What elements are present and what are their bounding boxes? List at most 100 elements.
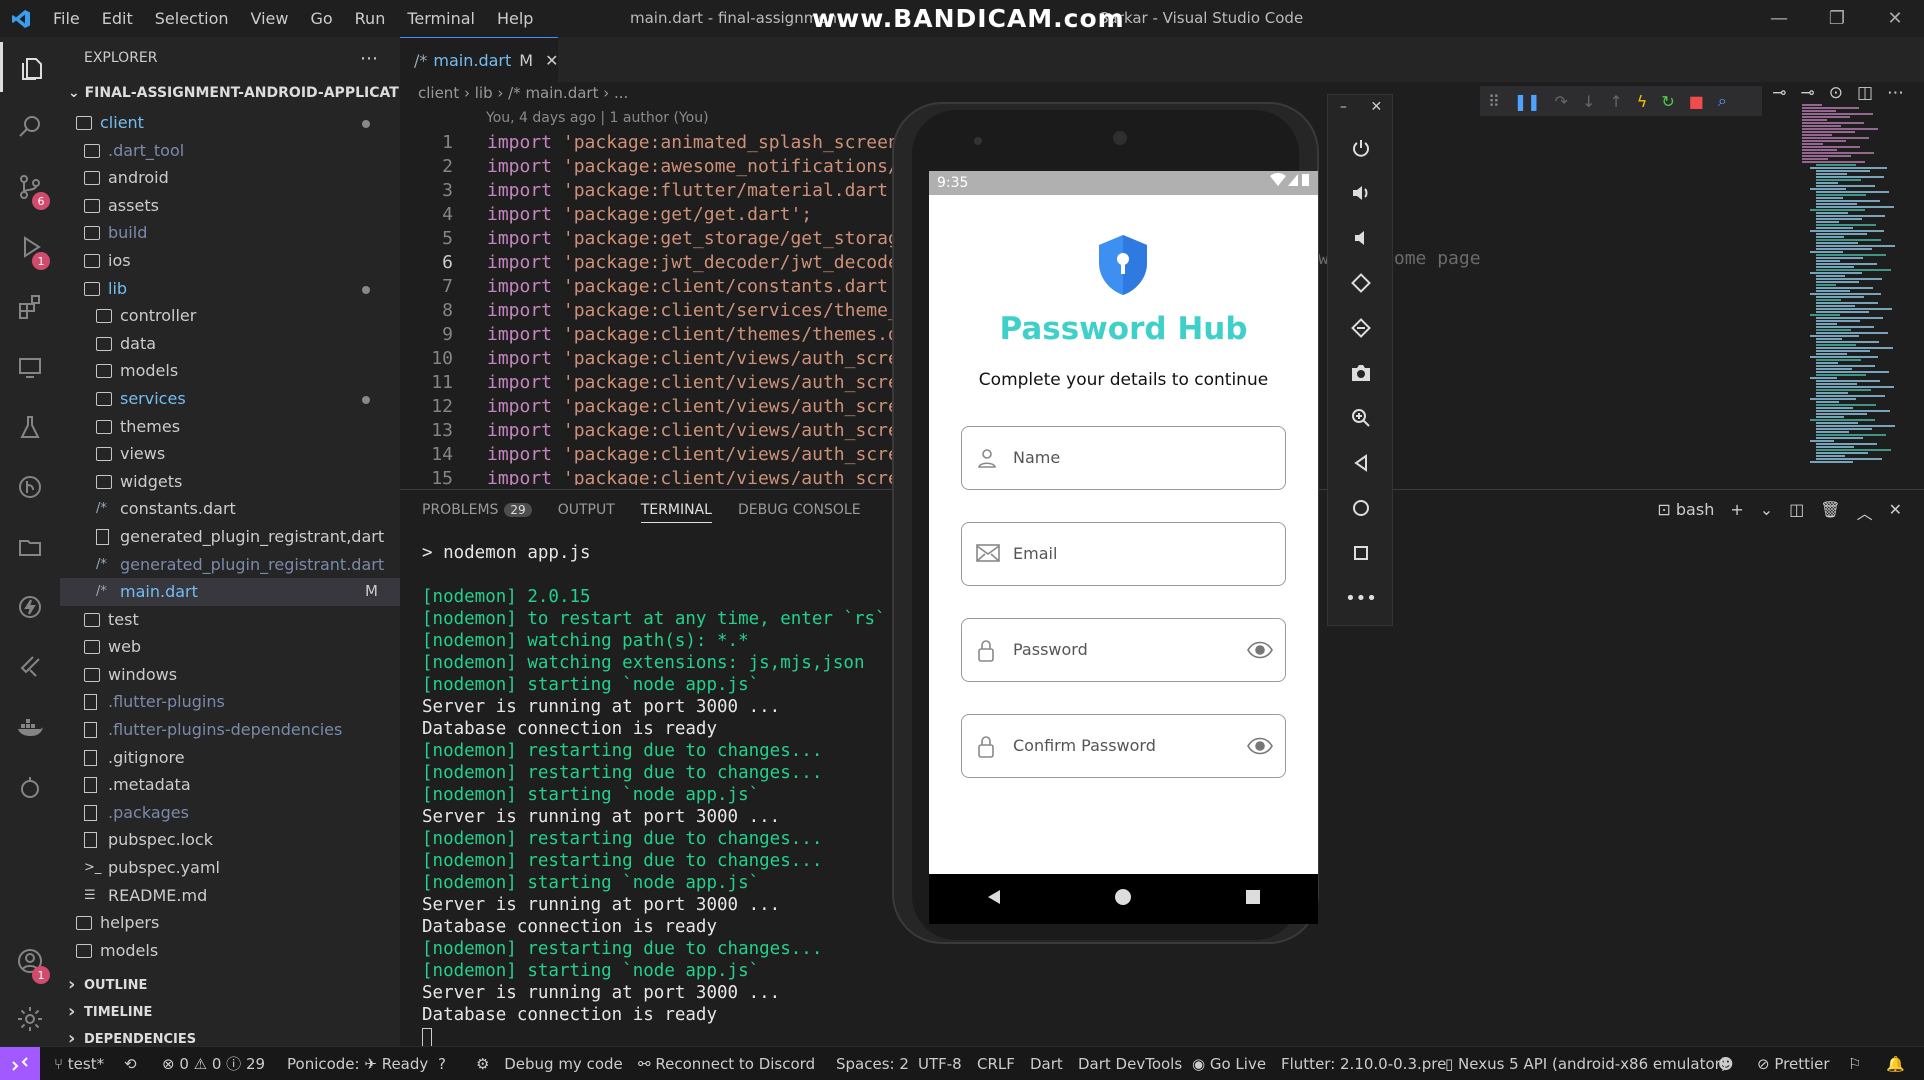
- minimap[interactable]: [1790, 104, 1910, 484]
- tree-item[interactable]: .metadata: [60, 771, 400, 799]
- debug-my-code-button[interactable]: ⚙ Debug my code: [476, 1047, 623, 1080]
- tree-item[interactable]: /* generated_plugin_registrant.dart: [60, 551, 400, 579]
- feedback-icon[interactable]: ⚐: [1848, 1047, 1861, 1080]
- password-field[interactable]: Password: [961, 618, 1286, 682]
- remote-indicator-icon[interactable]: [0, 1047, 40, 1080]
- tab-problems[interactable]: PROBLEMS 29: [422, 502, 532, 523]
- zoom-icon[interactable]: [1328, 403, 1394, 433]
- tree-item[interactable]: services: [60, 385, 400, 413]
- trash-icon[interactable]: 🗑: [1820, 500, 1840, 524]
- close-panel-icon[interactable]: ✕: [1889, 500, 1902, 524]
- accounts-icon[interactable]: 1: [0, 936, 60, 986]
- screenshot-camera-icon[interactable]: [1328, 358, 1394, 388]
- outline-section[interactable]: OUTLINE: [60, 971, 400, 999]
- tree-item[interactable]: assets: [60, 192, 400, 220]
- notifications-bell-icon[interactable]: 🔔: [1886, 1047, 1905, 1080]
- nav-recents-icon[interactable]: [1244, 888, 1262, 910]
- tree-item[interactable]: ☰ README.md: [60, 882, 400, 910]
- tree-item[interactable]: lib: [60, 275, 400, 303]
- remote-explorer-icon[interactable]: [0, 342, 60, 392]
- tree-item[interactable]: .dart_tool: [60, 137, 400, 165]
- tree-item[interactable]: test: [60, 606, 400, 634]
- show-confirm-password-eye-icon[interactable]: [1247, 737, 1273, 759]
- project-root[interactable]: ⌄ FINAL-ASSIGNMENT-ANDROID-APPLICATION..…: [60, 80, 400, 107]
- tree-item[interactable]: .flutter-plugins: [60, 688, 400, 716]
- tree-item[interactable]: helpers: [60, 909, 400, 937]
- close-window-icon[interactable]: ✕: [1866, 0, 1924, 37]
- discord-reconnect-button[interactable]: ⚯ Reconnect to Discord: [638, 1047, 815, 1080]
- tree-item[interactable]: pubspec.lock: [60, 826, 400, 854]
- menu-file[interactable]: File: [42, 0, 91, 37]
- tab-terminal[interactable]: TERMINAL: [640, 502, 712, 523]
- more-actions-icon[interactable]: ⋯: [360, 37, 378, 80]
- more-options-icon[interactable]: •••: [1328, 583, 1394, 613]
- git-graph-icon[interactable]: [0, 462, 60, 512]
- emulator-minimize-icon[interactable]: –: [1340, 99, 1347, 115]
- home-icon[interactable]: [1328, 493, 1394, 523]
- email-field[interactable]: Email: [961, 522, 1286, 586]
- tab-main-dart[interactable]: /* main.dart M ✕: [400, 37, 558, 82]
- tab-output[interactable]: OUTPUT: [558, 502, 615, 523]
- tree-item[interactable]: /* constants.dart: [60, 495, 400, 523]
- tree-item[interactable]: themes: [60, 413, 400, 441]
- step-out-icon[interactable]: ↑: [1609, 92, 1622, 111]
- indentation-indicator[interactable]: Spaces: 2: [836, 1047, 909, 1080]
- explorer-icon[interactable]: [0, 42, 60, 92]
- minimize-icon[interactable]: —: [1750, 0, 1808, 37]
- branch-indicator[interactable]: ⑂ test*: [54, 1047, 104, 1080]
- source-control-icon[interactable]: 6: [0, 162, 60, 212]
- drag-handle-icon[interactable]: ⠿: [1488, 92, 1500, 111]
- tree-item[interactable]: client: [60, 109, 400, 137]
- menu-view[interactable]: View: [240, 0, 300, 37]
- previous-change-icon[interactable]: ⊸: [1772, 83, 1786, 103]
- tree-item[interactable]: widgets: [60, 468, 400, 496]
- back-icon[interactable]: [1328, 448, 1394, 478]
- tree-item[interactable]: views: [60, 440, 400, 468]
- tree-item[interactable]: build: [60, 219, 400, 247]
- settings-gear-icon[interactable]: [0, 994, 60, 1044]
- tree-item[interactable]: models: [60, 937, 400, 965]
- testing-icon[interactable]: [0, 402, 60, 452]
- timeline-section[interactable]: TIMELINE: [60, 998, 400, 1026]
- extensions-icon[interactable]: [0, 282, 60, 332]
- language-mode-indicator[interactable]: Dart: [1030, 1047, 1063, 1080]
- ponicode-status[interactable]: Ponicode: ✈ Ready: [287, 1047, 428, 1080]
- tree-item[interactable]: .packages: [60, 799, 400, 827]
- tree-item[interactable]: ios: [60, 247, 400, 275]
- tree-item[interactable]: .gitignore: [60, 744, 400, 772]
- problems-indicator[interactable]: ⊗ 0 ⚠ 0 ⓘ 29: [162, 1047, 265, 1080]
- maximize-panel-icon[interactable]: ︿: [1857, 500, 1873, 524]
- step-into-icon[interactable]: ↓: [1582, 92, 1595, 111]
- flutter-icon[interactable]: [0, 642, 60, 692]
- close-tab-icon[interactable]: ✕: [545, 51, 558, 70]
- timeline-icon[interactable]: ⊙: [1829, 83, 1843, 103]
- tree-item[interactable]: .flutter-plugins-dependencies: [60, 716, 400, 744]
- encoding-indicator[interactable]: UTF-8: [918, 1047, 962, 1080]
- inspect-widget-icon[interactable]: ⌕: [1718, 91, 1727, 111]
- more-editor-actions-icon[interactable]: ⋯: [1887, 83, 1904, 103]
- show-password-eye-icon[interactable]: [1247, 641, 1273, 663]
- copilot-icon[interactable]: ☻: [1718, 1047, 1734, 1080]
- tree-item[interactable]: models: [60, 357, 400, 385]
- overview-icon[interactable]: [1328, 538, 1394, 568]
- menu-help[interactable]: Help: [486, 0, 544, 37]
- thunder-client-icon[interactable]: [0, 582, 60, 632]
- volume-down-icon[interactable]: [1328, 223, 1394, 253]
- terminal-shell-selector[interactable]: ⊡ bash: [1657, 500, 1714, 524]
- go-live-button[interactable]: ◉ Go Live: [1192, 1047, 1266, 1080]
- tree-item[interactable]: android: [60, 164, 400, 192]
- device-screen[interactable]: 9:35 Password Hub Complete your details …: [929, 171, 1318, 874]
- chevron-down-icon[interactable]: ⌄: [1760, 500, 1773, 524]
- search-icon[interactable]: [0, 102, 60, 152]
- restore-icon[interactable]: ❐: [1808, 0, 1866, 37]
- menu-selection[interactable]: Selection: [144, 0, 240, 37]
- tree-item[interactable]: controller: [60, 302, 400, 330]
- menu-terminal[interactable]: Terminal: [396, 0, 486, 37]
- device-selector[interactable]: ▯ Nexus 5 API (android-x86 emulator): [1445, 1047, 1727, 1080]
- restart-icon[interactable]: ↻: [1661, 92, 1674, 111]
- rotate-right-icon[interactable]: [1328, 313, 1394, 343]
- menu-run[interactable]: Run: [344, 0, 397, 37]
- breadcrumb[interactable]: client › lib › /* main.dart › ...: [418, 84, 628, 102]
- tree-item[interactable]: data: [60, 330, 400, 358]
- next-change-icon[interactable]: ⊸: [1800, 83, 1814, 103]
